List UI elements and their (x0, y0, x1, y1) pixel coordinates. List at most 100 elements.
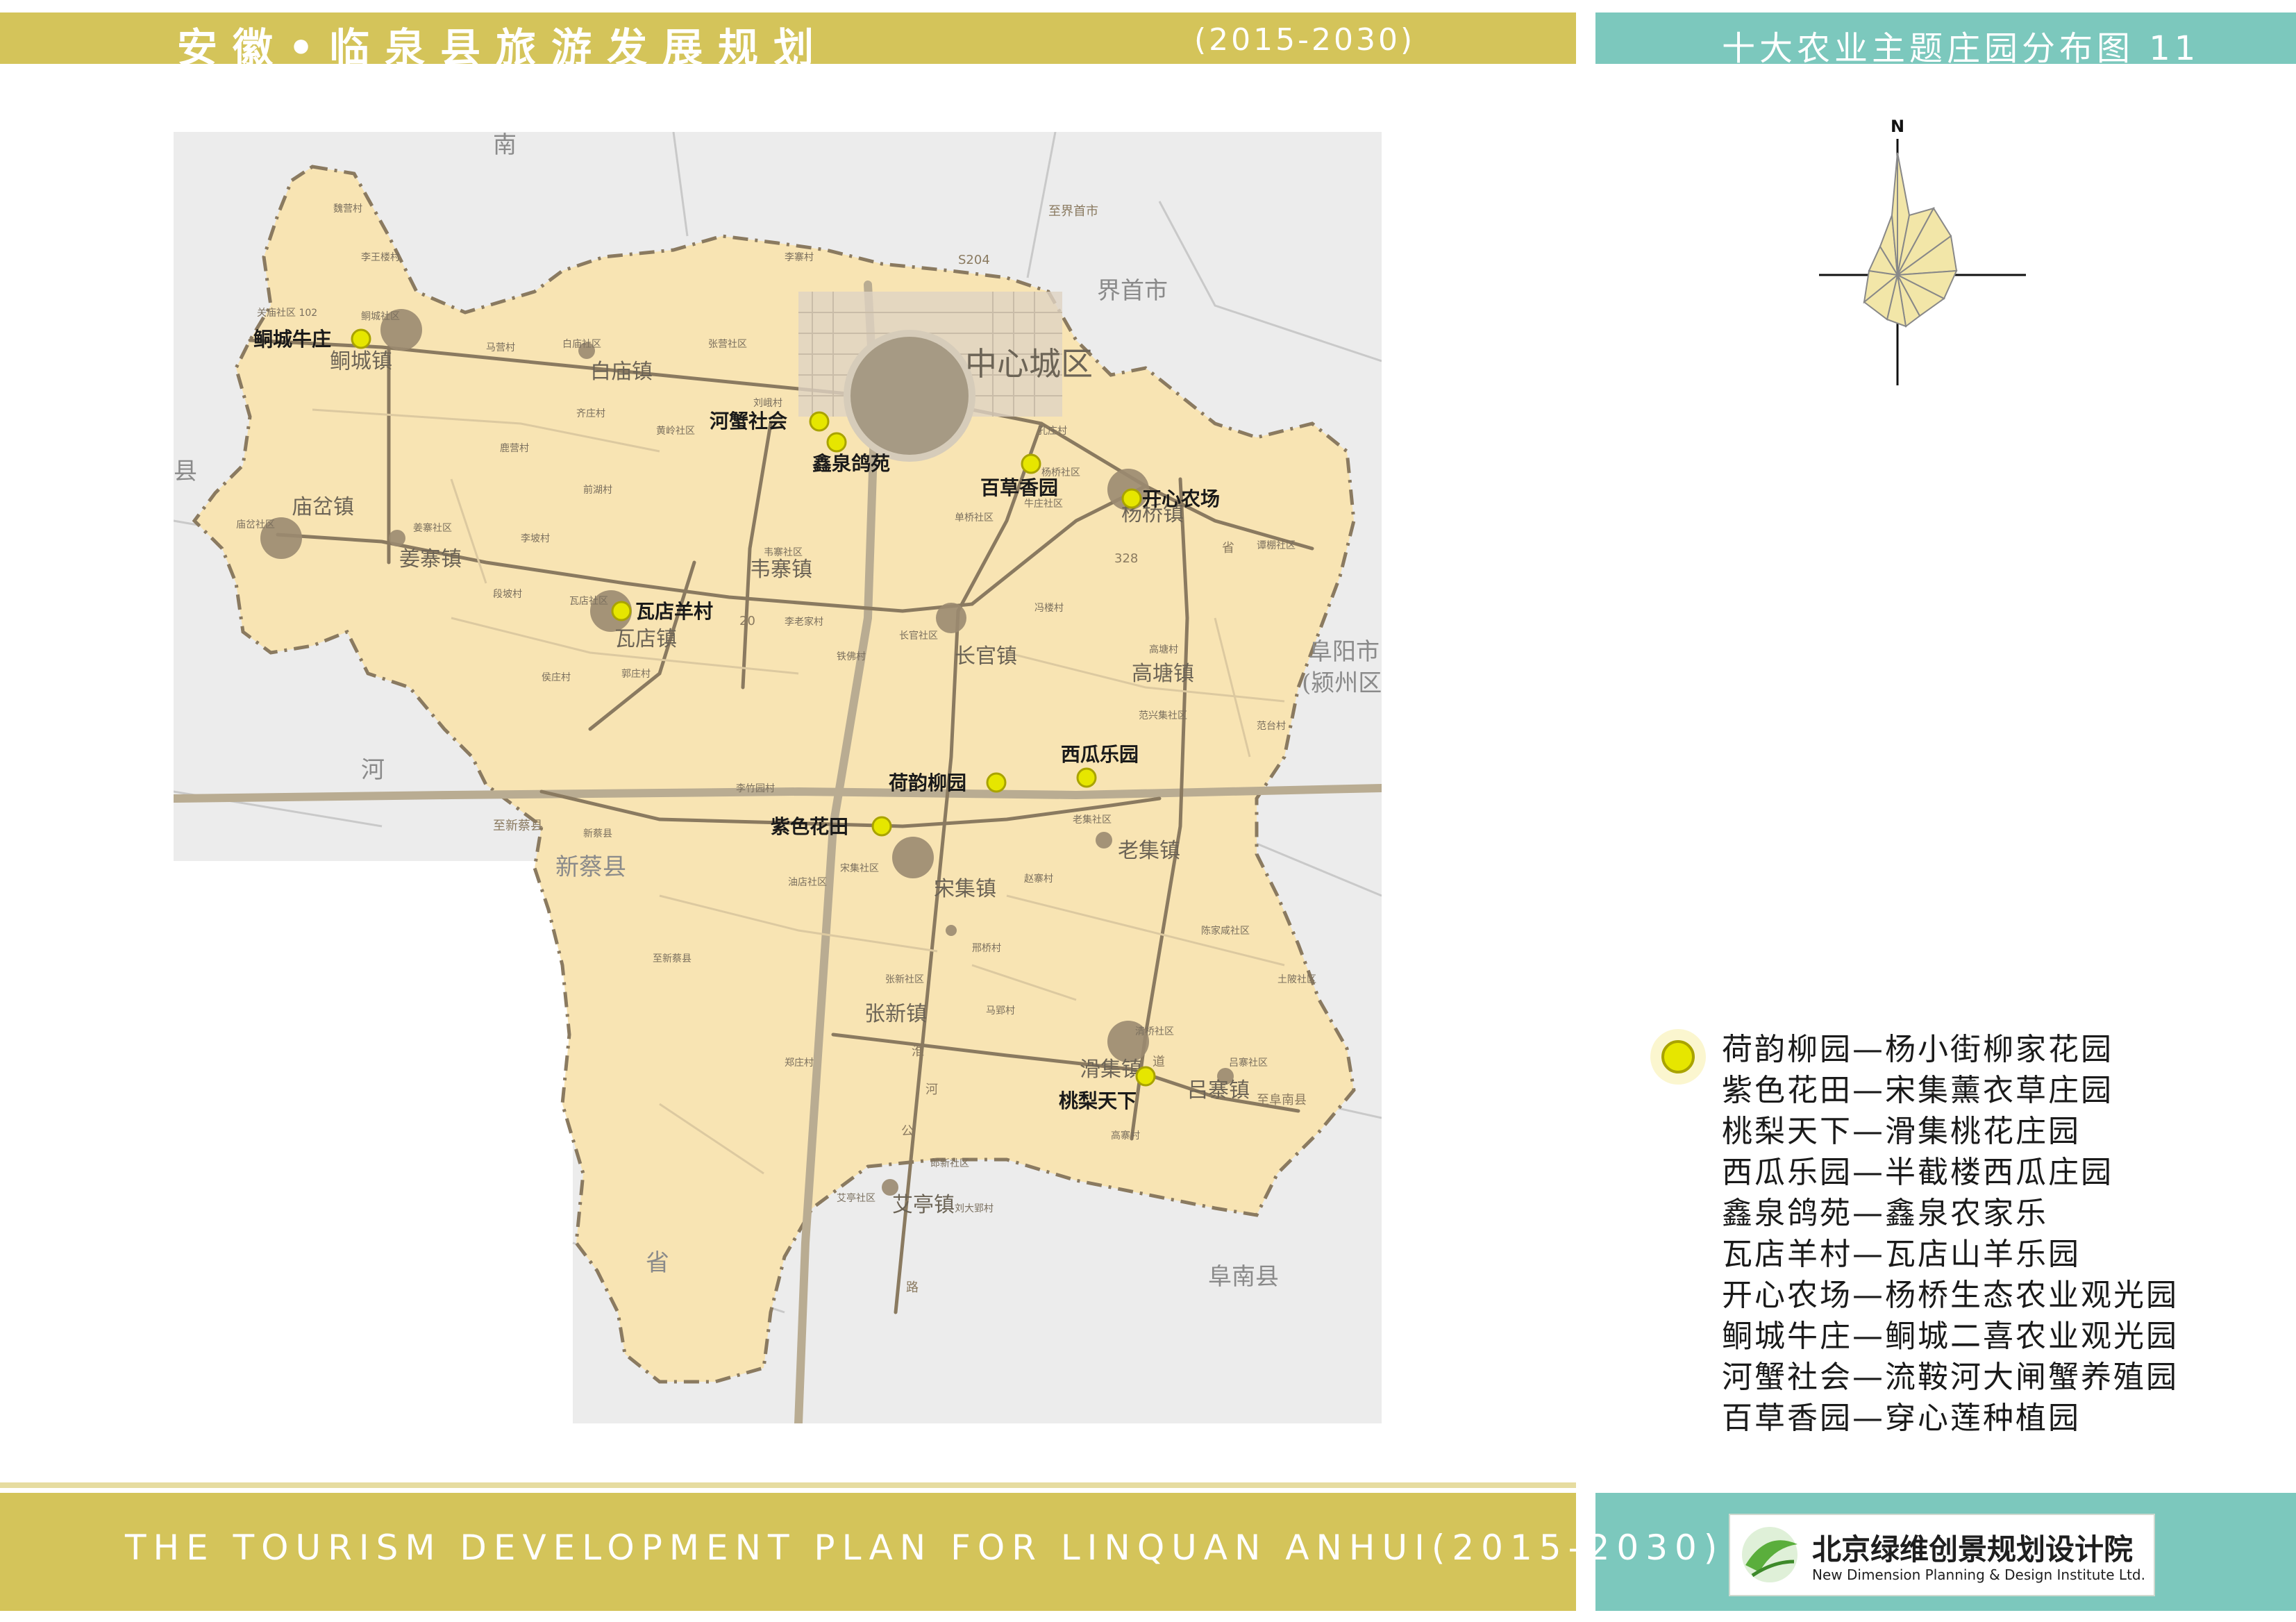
village-label: 谭棚社区 (1257, 540, 1296, 551)
legend-item: 瓦店羊村—瓦店山羊乐园 (1722, 1237, 2081, 1272)
road-label: 河 (925, 1082, 938, 1097)
region-label-jieshou: 界首市 (1097, 277, 1168, 305)
village-label: 长官社区 (899, 630, 938, 642)
village-label: 李寨村 (785, 251, 814, 263)
page-title-year: (2015-2030) (1194, 22, 1416, 58)
town-label-laoji: 老集镇 (1118, 839, 1180, 863)
village-label: 冯楼村 (1034, 603, 1064, 614)
village-label: 李王楼村 (361, 252, 400, 263)
institute-logo: 北京绿维创景规划设计院 New Dimension Planning & Des… (1729, 1514, 2155, 1596)
marker-label: 河蟹社会 (710, 410, 787, 433)
town-label-baimiao: 白庙镇 (590, 360, 653, 384)
marker-label: 鲖城牛庄 (253, 328, 331, 351)
town-label-zhangxin: 张新镇 (864, 1002, 927, 1026)
village-label: 姜寨社区 (413, 522, 452, 534)
village-label: 孔庄村 (1038, 425, 1067, 437)
village-label: 清桥社区 (1135, 1026, 1174, 1037)
legend-marker-icon (1650, 1029, 1706, 1085)
road-label: 道 (1153, 1055, 1165, 1069)
legend-item: 鲖城牛庄—鲖城二喜农业观光园 (1722, 1319, 2179, 1354)
village-label: 郎新社区 (930, 1158, 969, 1169)
village-label: 魏营村 (333, 203, 362, 215)
village-label: 鲖城社区 (361, 311, 400, 322)
marker-label: 桃梨天下 (1059, 1089, 1137, 1112)
map-title: 十大农业主题庄园分布图 11 (1722, 29, 2200, 68)
town-label-lvzhai: 吕寨镇 (1187, 1078, 1250, 1103)
village-label: 前湖村 (583, 484, 612, 496)
village-label: 高寨村 (1111, 1130, 1140, 1142)
region-label-zhongxin: 中心城区 (965, 345, 1093, 383)
institute-name-en: New Dimension Planning & Design Institut… (1812, 1566, 2145, 1583)
legend-item: 荷韵柳园—杨小街柳家花园 (1722, 1032, 2113, 1067)
village-label: 土陂社区 (1277, 974, 1316, 985)
village-label: 张营社区 (708, 339, 747, 350)
road-label: 省 (1222, 541, 1234, 555)
legend-item: 西瓜乐园—半截楼西瓜庄园 (1722, 1155, 2113, 1190)
town-label-miaocha: 庙岔镇 (292, 495, 354, 519)
region-label-nan: 南 (493, 132, 517, 159)
village-label: 刘峨村 (753, 398, 782, 409)
village-label: 油店社区 (788, 877, 827, 888)
village-label: 牛庄社区 (1024, 498, 1063, 510)
village-label: 李竹园村 (736, 783, 775, 794)
village-label: 范兴集社区 (1139, 710, 1187, 721)
village-label: 段坡村 (493, 589, 522, 600)
marker-label: 瓦店羊村 (635, 600, 713, 623)
village-label: 赵寨村 (1024, 873, 1053, 885)
town-label-tongcheng: 鲖城镇 (330, 349, 392, 374)
village-label: 至新蔡县 (653, 953, 692, 964)
region-label-yingzhou: (颍州区 (1302, 669, 1382, 697)
village-label: 铁佛村 (837, 651, 866, 662)
legend-item: 紫色花田—宋集薰衣草庄园 (1722, 1073, 2113, 1108)
region-label-he: 河 (361, 756, 385, 784)
road-label: 淮 (912, 1044, 924, 1059)
village-label: 郑庄村 (785, 1057, 814, 1069)
legend-item: 鑫泉鸽苑—鑫泉农家乐 (1722, 1196, 2048, 1231)
village-label: 张新社区 (885, 974, 924, 985)
road-label: 路 (906, 1280, 919, 1295)
marker-kaixin-nongchang[interactable]: 开心农场 (1121, 487, 1220, 510)
village-label: 新蔡县 (583, 828, 612, 839)
marker-label: 荷韵柳园 (889, 771, 966, 794)
village-label: 马营村 (486, 342, 515, 353)
region-label-funan: 阜南县 (1208, 1263, 1279, 1291)
institute-name-cn: 北京绿维创景规划设计院 (1812, 1532, 2134, 1566)
county-map: 南 界首市 中心城区 县 阜阳市 (颍州区 河 新蔡县 省 阜南县 鲖城镇 白庙… (174, 132, 1382, 1423)
village-label: 刘大郢村 (955, 1203, 994, 1214)
village-label: 李老家村 (785, 616, 823, 628)
north-arrow-icon: N (1819, 117, 2026, 385)
legend-item: 开心农场—杨桥生态农业观光园 (1722, 1278, 2179, 1313)
village-label: 庙岔社区 (236, 519, 275, 530)
village-label: 艾亭社区 (837, 1192, 875, 1204)
town-label-songji: 宋集镇 (934, 877, 996, 901)
village-label: 关庙社区 102 (257, 308, 317, 319)
village-label: 瓦店社区 (569, 596, 608, 607)
legend-item: 河蟹社会—流鞍河大闸蟹养殖园 (1722, 1360, 2179, 1395)
footer-title-en: THE TOURISM DEVELOPMENT PLAN FOR LINQUAN… (125, 1528, 1725, 1568)
village-label: 范台村 (1257, 720, 1286, 732)
road-label: 公 (901, 1124, 914, 1139)
institute-logo-icon (1742, 1527, 1798, 1582)
town-label-jiangzhai: 姜寨镇 (399, 547, 462, 571)
legend-item: 百草香园—穿心莲种植园 (1722, 1401, 2081, 1436)
compass-north-label: N (1891, 117, 1904, 136)
road-label: 至阜南县 (1257, 1093, 1307, 1107)
village-label: 高塘村 (1149, 644, 1178, 655)
region-label-xincai: 新蔡县 (555, 853, 626, 881)
marker-label: 百草香园 (980, 476, 1058, 499)
town-label-aiting: 艾亭镇 (892, 1193, 955, 1217)
village-label: 邢桥村 (972, 943, 1001, 954)
marker-label: 开心农场 (1142, 487, 1220, 510)
town-label-huaji: 滑集镇 (1080, 1057, 1142, 1082)
town-label-gaotang: 高塘镇 (1132, 662, 1194, 686)
village-label: 老集社区 (1073, 814, 1112, 826)
village-label: 陈家咸社区 (1201, 925, 1250, 937)
road-label: 至界首市 (1048, 204, 1098, 219)
village-label: 郭庄村 (621, 668, 651, 680)
legend-list: 荷韵柳园—杨小街柳家花园 紫色花田—宋集薰衣草庄园 桃梨天下—滑集桃花庄园 西瓜… (1722, 1029, 2179, 1439)
legend-item: 桃梨天下—滑集桃花庄园 (1722, 1114, 2081, 1149)
village-label: 韦寨社区 (764, 546, 803, 558)
village-label: 侯庄村 (542, 671, 571, 683)
village-label: 马郢村 (986, 1005, 1015, 1017)
marker-label: 鑫泉鸽苑 (812, 452, 890, 475)
